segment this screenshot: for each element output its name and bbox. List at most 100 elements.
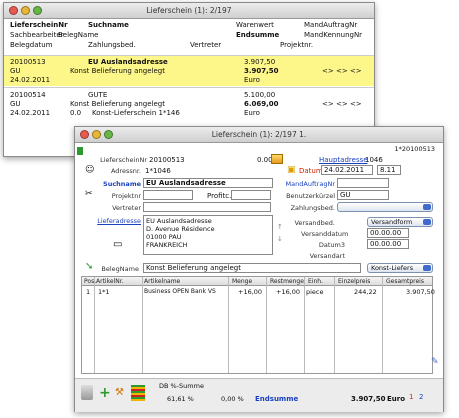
header-zahlungsbed[interactable]: Zahlungsbed.: [88, 41, 136, 49]
belegname-label: BelegName: [101, 265, 139, 273]
window-title: Lieferschein (1): 2/197 1.: [211, 130, 307, 139]
positions-grid[interactable]: Pos. ArtikelNr. Artikelname Menge Restme…: [81, 276, 435, 374]
lock-icon[interactable]: [271, 154, 283, 164]
col-artikelnr[interactable]: ArtikelNr.: [96, 278, 124, 285]
cell-einzelpreis: 244,22: [354, 288, 377, 296]
cell-menge: +16,00: [238, 288, 263, 296]
hauptadresse-label[interactable]: Hauptadresse: [319, 156, 368, 164]
col-einzelpreis[interactable]: Einzelpreis: [338, 278, 370, 285]
header-suchname[interactable]: Suchname: [88, 21, 129, 29]
benutzer-field[interactable]: GU: [337, 190, 389, 200]
profitc-field[interactable]: [231, 190, 271, 200]
zahlungsbed-label: Zahlungsbed.: [290, 204, 335, 212]
vertreter-label: Vertreter: [112, 204, 141, 212]
grid-header: Pos. ArtikelNr. Artikelname Menge Restme…: [82, 277, 432, 286]
konst-select[interactable]: Konst-Liefers: [367, 263, 433, 273]
col-restmenge[interactable]: Restmenge: [270, 278, 304, 285]
record-endsumme: 6.069,00: [244, 100, 279, 108]
vertreter-field[interactable]: [143, 202, 271, 212]
record-user: GU: [10, 100, 21, 108]
cell-gesamtpreis: 3.907,50: [406, 288, 435, 296]
header-mandauftragnr[interactable]: MandAuftragNr: [304, 21, 357, 29]
arrow-icon[interactable]: ↑: [277, 223, 283, 231]
suchname-field[interactable]: EU Auslandsadresse: [143, 178, 273, 188]
table-row[interactable]: 1 1*1 Business OPEN Bank VS +16,00 +16,0…: [82, 287, 435, 297]
pct-value: 61,61 %: [167, 395, 194, 403]
record-extra: <> <> <>: [322, 67, 362, 75]
chevron-down-icon: [423, 204, 431, 210]
person-icon[interactable]: ☺: [85, 165, 94, 175]
col-artikelname[interactable]: Artikelname: [144, 278, 180, 285]
trash-icon[interactable]: [81, 385, 93, 400]
versandbed-select[interactable]: Versandform: [367, 217, 433, 227]
belegname-field[interactable]: Konst Belieferung angelegt: [143, 263, 361, 273]
add-icon[interactable]: +: [99, 385, 111, 401]
record-belegname: Konst Belieferung angelegt: [70, 100, 165, 108]
header-sachbearbeiter[interactable]: Sachbearbeiter: [10, 31, 64, 39]
datum3-field[interactable]: 00.00.00: [367, 239, 409, 249]
header-belegdatum[interactable]: Belegdatum: [10, 41, 53, 49]
back-window-titlebar: Lieferschein (1): 2/197: [4, 3, 374, 19]
lieferadresse-label[interactable]: Lieferadresse: [89, 217, 141, 225]
header-warenwert[interactable]: Warenwert: [236, 21, 274, 29]
col-menge[interactable]: Menge: [232, 278, 252, 285]
mandauftrag-field[interactable]: [337, 178, 389, 188]
record-suchname: GUTE: [88, 91, 108, 99]
record-nr: 20100514: [10, 91, 46, 99]
endsumme-currency: Euro: [387, 395, 406, 403]
lieferschein-label: LieferscheinNr: [100, 156, 147, 164]
front-window: Lieferschein (1): 2/197 1. 1*20100513 Li…: [74, 126, 444, 412]
col-gesamtpreis[interactable]: Gesamtpreis: [386, 278, 424, 285]
record-konst: Konst-Lieferschein 1*146: [92, 109, 180, 117]
projektnr-field[interactable]: [143, 190, 193, 200]
scissors-icon[interactable]: ✂: [85, 189, 93, 199]
tools-icon[interactable]: ⚒: [115, 387, 124, 398]
cell-artikelname: Business OPEN Bank VS: [144, 288, 216, 295]
hauptadresse-nr: 1046: [365, 156, 383, 164]
arrow-icon[interactable]: ↓: [277, 235, 283, 243]
versanddatum-label: Versanddatum: [301, 230, 349, 238]
lieferschein-nr: 20100513: [149, 156, 185, 164]
zahlungsbed-select[interactable]: [337, 202, 433, 212]
header-mandkennungnr[interactable]: MandKennungNr: [304, 31, 362, 39]
list-item[interactable]: 20100513 EU Auslandsadresse 3.907,50 GU …: [4, 56, 374, 86]
page-b[interactable]: 2: [419, 393, 423, 401]
export-icon[interactable]: [131, 385, 145, 401]
endsumme-value: 3.907,50: [351, 395, 386, 403]
profitc-label: Profitc.: [207, 192, 232, 200]
pen-icon[interactable]: ✎: [431, 357, 439, 367]
header-lieferscheinnr[interactable]: LieferscheinNr: [10, 21, 68, 29]
calendar-icon[interactable]: ▣: [287, 165, 296, 175]
header-endsumme[interactable]: Endsumme: [236, 31, 279, 39]
versandbed-value: Versandform: [371, 218, 413, 226]
record-zahlung: 0.0: [70, 109, 82, 117]
cell-einh: piece: [306, 288, 324, 296]
lieferadresse-line: EU Auslandsadresse: [146, 217, 212, 225]
record-belegname: Konst Belieferung angelegt: [70, 67, 165, 75]
lieferadresse-box[interactable]: EU Auslandsadresse D. Avenue Résidence 0…: [143, 215, 273, 255]
list-item[interactable]: 20100514 GUTE 5.100,00 GU Konst Beliefer…: [4, 89, 374, 123]
kw-field[interactable]: 8.11: [377, 165, 401, 175]
list-header: LieferscheinNr Suchname Warenwert MandAu…: [4, 19, 374, 55]
datum-label: Datum: [299, 167, 323, 175]
versanddatum-field[interactable]: 00.00.00: [367, 228, 409, 238]
header-vertreter[interactable]: Vertreter: [190, 41, 221, 49]
page-a[interactable]: 1: [409, 393, 413, 401]
datum-field[interactable]: 24.02.2011: [321, 165, 373, 175]
footer-bar: + ⚒ DB %-Summe 61,61 % 0,00 % Endsumme 3…: [75, 378, 443, 412]
cell-pos: 1: [86, 288, 91, 296]
col-einh[interactable]: Einh.: [308, 278, 323, 285]
mandauftrag-label: MandAuftragNr: [285, 180, 335, 188]
record-date: 24.02.2011: [10, 109, 51, 117]
header-projektnr[interactable]: Projektnr.: [280, 41, 313, 49]
projektnr-label: Projektnr: [111, 192, 141, 200]
record-endsumme: 3.907,50: [244, 67, 279, 75]
record-warenwert: 3.907,50: [244, 58, 276, 66]
printer-icon[interactable]: ▭: [113, 239, 122, 250]
cell-restmenge: +16,00: [276, 288, 301, 296]
db-summe-label: DB %-Summe: [159, 382, 204, 390]
green-arrow-icon[interactable]: ➘: [85, 261, 93, 272]
header-belegname[interactable]: BelegName: [58, 31, 98, 39]
datum3-label: Datum3: [318, 241, 345, 249]
suchname-label: Suchname: [103, 180, 141, 188]
